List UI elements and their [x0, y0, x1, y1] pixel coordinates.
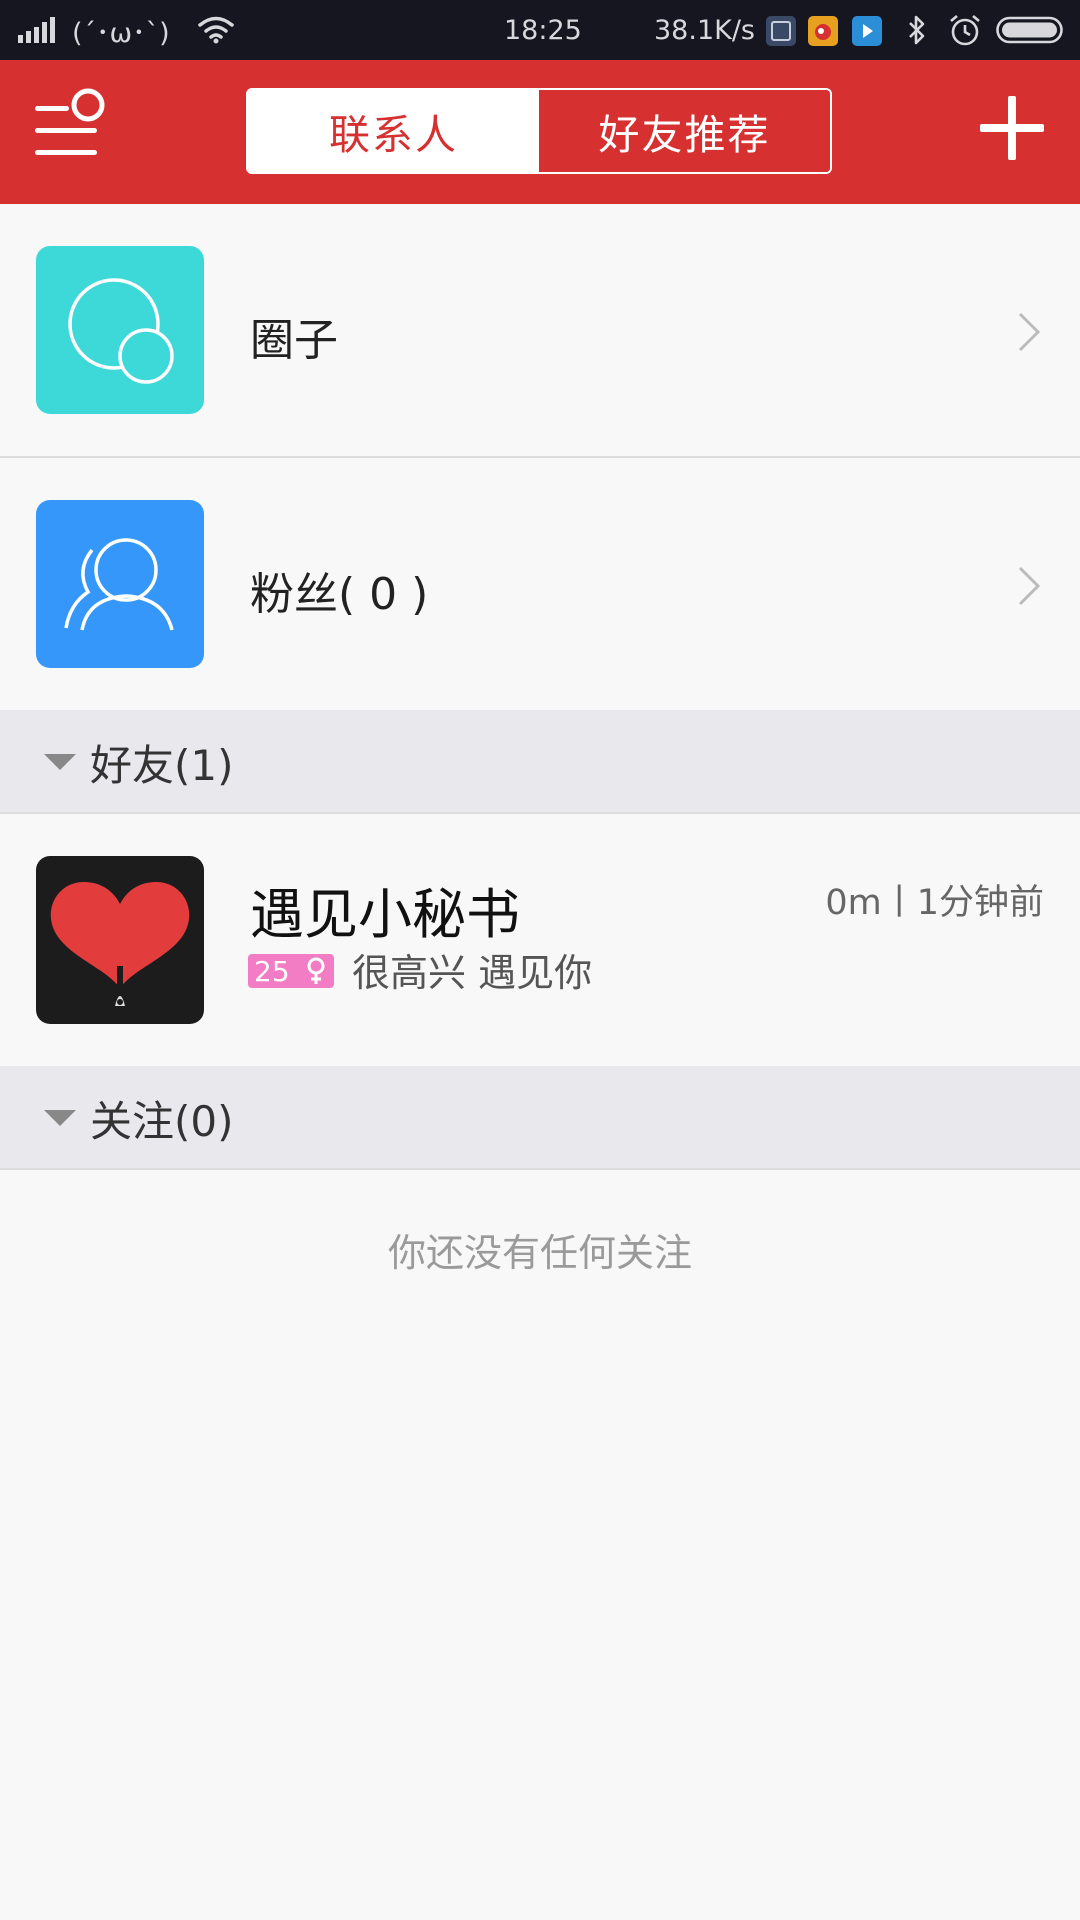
circle-label: 圈子: [250, 315, 338, 366]
clock-time: 18:25: [504, 14, 582, 46]
battery-icon: [996, 0, 1066, 60]
signal-icon: [18, 0, 58, 60]
chevron-right-icon: [1018, 566, 1041, 606]
fans-label: 粉丝( 0 ): [250, 569, 429, 620]
friend-distance-time: 0m丨1分钟前: [825, 883, 1044, 923]
menu-icon: [35, 88, 105, 155]
add-icon: [980, 96, 1044, 160]
add-button[interactable]: [974, 90, 1050, 166]
following-section-title: 关注(0): [90, 1096, 234, 1146]
friend-name: 遇见小秘书: [250, 883, 520, 946]
friend-list-item[interactable]: 遇见小秘书 0m丨1分钟前 25 很高兴 遇见你: [0, 814, 1080, 1066]
menu-button[interactable]: [30, 88, 110, 168]
triangle-down-icon: [44, 1110, 76, 1126]
empty-following-message: 你还没有任何关注: [387, 1231, 692, 1275]
heart-avatar: [36, 856, 204, 1024]
age-gender-badge: 25: [248, 954, 334, 988]
wifi-icon: [198, 0, 234, 60]
network-speed: 38.1K/s: [654, 14, 755, 46]
friend-signature: 很高兴 遇见你: [352, 951, 593, 995]
app-header: 联系人 好友推荐: [0, 60, 1080, 204]
divider: [0, 1168, 1080, 1170]
tab-contacts[interactable]: 联系人: [248, 90, 539, 172]
friends-section-title: 好友(1): [90, 740, 234, 790]
female-icon: [307, 957, 325, 984]
chevron-right-icon: [1018, 312, 1041, 352]
triangle-down-icon: [44, 754, 76, 770]
friends-section-header[interactable]: 好友(1): [0, 710, 1080, 814]
age-value: 25: [254, 954, 290, 988]
status-bar: (´･ω･`) 18:25 38.1K/s: [0, 0, 1080, 60]
top-tabs: 联系人 好友推荐: [246, 88, 832, 174]
bluetooth-icon: [906, 0, 928, 60]
list-item-circle[interactable]: 圈子: [0, 204, 1080, 456]
following-section-header[interactable]: 关注(0): [0, 1066, 1080, 1170]
circle-group-icon: [36, 246, 204, 414]
fans-icon: [36, 500, 204, 668]
notification-app-icons: [766, 0, 906, 60]
tab-friend-recommend[interactable]: 好友推荐: [539, 90, 830, 172]
alarm-icon: [948, 0, 982, 60]
list-item-fans[interactable]: 粉丝( 0 ): [0, 458, 1080, 710]
kaomoji-label: (´･ω･`): [72, 17, 170, 49]
